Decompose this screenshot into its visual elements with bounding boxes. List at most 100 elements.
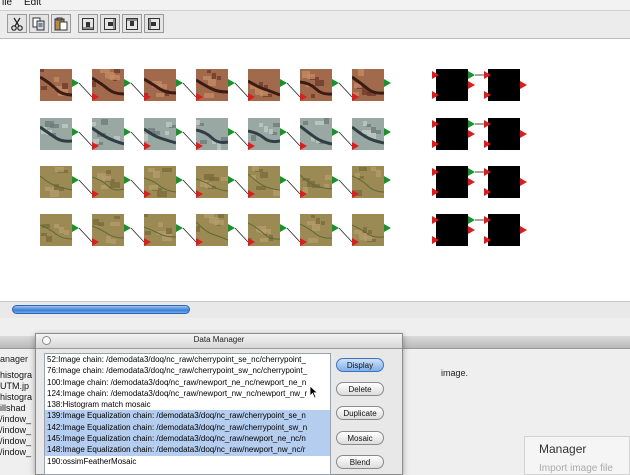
mosaic-node[interactable] [436, 69, 468, 101]
image-chain-node[interactable] [40, 118, 72, 150]
align-right-button[interactable] [100, 14, 120, 33]
input-port[interactable] [248, 142, 255, 150]
data-row[interactable]: 124:Image chain: /demodata3/doq/nc_raw/n… [45, 388, 330, 399]
input-port[interactable] [484, 168, 491, 176]
input-port[interactable] [144, 190, 151, 198]
input-port[interactable] [300, 238, 307, 246]
data-row[interactable]: 145:Image Equalization chain: /demodata3… [45, 433, 330, 445]
input-port[interactable] [248, 93, 255, 101]
blend-button[interactable]: Blend [336, 455, 384, 469]
list-item[interactable]: /indow_ [0, 436, 36, 447]
mosaic-node[interactable] [488, 166, 520, 198]
mosaic-node[interactable] [488, 69, 520, 101]
output-port[interactable] [520, 81, 527, 89]
output-port[interactable] [520, 226, 527, 234]
output-port[interactable] [468, 226, 475, 234]
list-item[interactable]: /indow_ [0, 414, 36, 425]
list-item[interactable]: /indow_ [0, 447, 36, 458]
output-port[interactable] [280, 176, 287, 184]
scrollbar-thumb[interactable] [12, 305, 190, 314]
data-row[interactable]: 190:ossimFeatherMosaic [45, 456, 330, 467]
image-chain-node[interactable] [40, 166, 72, 198]
list-item[interactable]: UTM.jp [0, 381, 36, 392]
input-port[interactable] [484, 71, 491, 79]
import-image-file-item[interactable]: Import image file [539, 463, 613, 474]
output-port[interactable] [280, 224, 287, 232]
output-port[interactable] [468, 81, 475, 89]
input-port[interactable] [484, 188, 491, 196]
output-port[interactable] [332, 128, 339, 136]
cut-button[interactable] [7, 14, 27, 33]
input-port[interactable] [432, 71, 439, 79]
output-port[interactable] [332, 224, 339, 232]
data-row[interactable]: 148:Image Equalization chain: /demodata3… [45, 444, 330, 456]
mosaic-node[interactable] [436, 118, 468, 150]
mosaic-node[interactable] [488, 118, 520, 150]
output-port[interactable] [176, 79, 183, 87]
input-port[interactable] [352, 142, 359, 150]
output-port[interactable] [228, 176, 235, 184]
data-row[interactable]: 138:Histogram match mosaic [45, 399, 330, 410]
paste-button[interactable] [51, 14, 71, 33]
output-port[interactable] [124, 224, 131, 232]
output-port[interactable] [280, 128, 287, 136]
output-port[interactable] [384, 176, 391, 184]
output-port[interactable] [384, 128, 391, 136]
output-port[interactable] [72, 224, 79, 232]
delete-button[interactable]: Delete [336, 382, 384, 396]
menu-edit[interactable]: Edit [24, 0, 41, 8]
output-port[interactable] [280, 79, 287, 87]
output-port[interactable] [468, 120, 475, 128]
image-chain-node[interactable] [40, 214, 72, 246]
output-port[interactable] [228, 224, 235, 232]
copy-button[interactable] [29, 14, 49, 33]
input-port[interactable] [352, 190, 359, 198]
align-bottom-button[interactable] [78, 14, 98, 33]
list-item[interactable]: illshad [0, 403, 36, 414]
output-port[interactable] [124, 128, 131, 136]
output-port[interactable] [468, 168, 475, 176]
input-port[interactable] [432, 236, 439, 244]
input-port[interactable] [300, 190, 307, 198]
chain-graph-canvas[interactable] [0, 39, 630, 301]
list-item[interactable]: histogra [0, 392, 36, 403]
mosaic-node[interactable] [488, 214, 520, 246]
output-port[interactable] [176, 176, 183, 184]
input-port[interactable] [432, 168, 439, 176]
output-port[interactable] [468, 178, 475, 186]
data-row[interactable]: 142:Image Equalization chain: /demodata3… [45, 421, 330, 434]
input-port[interactable] [248, 238, 255, 246]
list-item[interactable]: /indow_ [0, 425, 36, 436]
input-port[interactable] [144, 142, 151, 150]
data-row[interactable]: 76:Image chain: /demodata3/doq/nc_raw/ch… [45, 365, 330, 376]
display-button[interactable]: Display [336, 358, 384, 372]
list-item[interactable]: histogra [0, 370, 36, 381]
menu-file[interactable]: ile [2, 0, 12, 8]
output-port[interactable] [384, 224, 391, 232]
duplicate-button[interactable]: Duplicate [336, 406, 384, 420]
input-port[interactable] [484, 236, 491, 244]
output-port[interactable] [332, 176, 339, 184]
input-port[interactable] [196, 190, 203, 198]
data-list[interactable]: 52:Image chain: /demodata3/doq/nc_raw/ch… [44, 353, 331, 475]
input-port[interactable] [92, 238, 99, 246]
input-port[interactable] [484, 140, 491, 148]
input-port[interactable] [248, 190, 255, 198]
image-chain-node[interactable] [40, 69, 72, 101]
output-port[interactable] [72, 128, 79, 136]
align-left-button[interactable] [144, 14, 164, 33]
output-port[interactable] [124, 79, 131, 87]
data-row[interactable]: 139:Image Equalization chain: /demodata3… [45, 410, 330, 422]
input-port[interactable] [144, 238, 151, 246]
input-port[interactable] [352, 238, 359, 246]
input-port[interactable] [196, 93, 203, 101]
input-port[interactable] [484, 120, 491, 128]
output-port[interactable] [520, 178, 527, 186]
input-port[interactable] [92, 93, 99, 101]
input-port[interactable] [432, 188, 439, 196]
input-port[interactable] [144, 93, 151, 101]
input-port[interactable] [196, 142, 203, 150]
align-top-button[interactable] [122, 14, 142, 33]
input-port[interactable] [484, 216, 491, 224]
output-port[interactable] [332, 79, 339, 87]
